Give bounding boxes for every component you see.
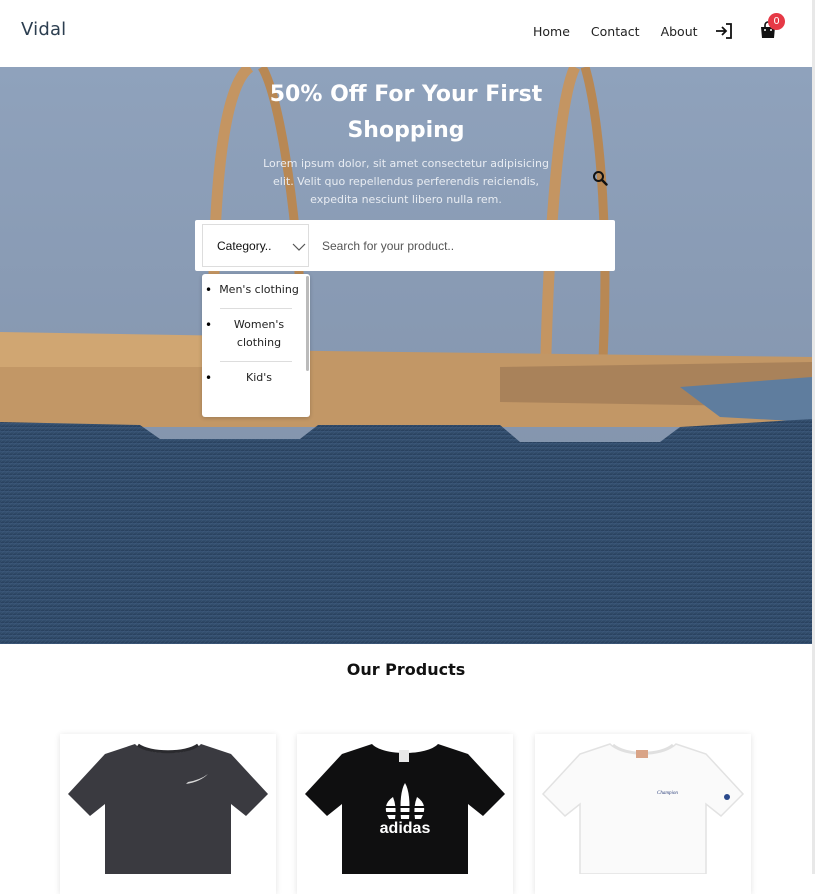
- product-logo-text: adidas: [379, 820, 431, 837]
- navbar: Vidal Home Contact About 0: [0, 0, 812, 67]
- product-image-white-tshirt: [541, 743, 745, 875]
- hero-background-image: [0, 67, 812, 644]
- hero-subtitle: Lorem ipsum dolor, sit amet consectetur …: [263, 157, 549, 206]
- brand-logo[interactable]: Vidal: [21, 19, 66, 40]
- search-icon[interactable]: [592, 170, 608, 186]
- nav-about-link[interactable]: About: [661, 24, 698, 39]
- product-logo-text: Champion: [657, 791, 678, 796]
- product-card[interactable]: adidas: [297, 734, 513, 894]
- category-option-womens[interactable]: Women's clothing: [202, 309, 310, 361]
- chevron-down-icon: [292, 243, 306, 251]
- category-option-mens[interactable]: Men's clothing: [202, 274, 310, 308]
- search-input[interactable]: [320, 230, 574, 262]
- products-section-title: Our Products: [346, 660, 466, 679]
- category-dropdown: Men's clothing Women's clothing Kid's: [202, 274, 310, 417]
- hero-banner: 50% Off For Your First Shopping Lorem ip…: [0, 67, 812, 644]
- product-image-dark-tshirt: [68, 743, 268, 874]
- hero-title-line-1: 50% Off For Your First: [269, 82, 543, 107]
- product-card[interactable]: [60, 734, 276, 894]
- category-option-kids[interactable]: Kid's: [202, 362, 310, 396]
- hero-title-line-2: Shopping: [347, 118, 465, 143]
- nav-links: Home Contact About: [533, 24, 698, 39]
- cart-count-badge: 0: [768, 13, 785, 30]
- category-select[interactable]: Category..: [202, 224, 309, 267]
- nav-contact-link[interactable]: Contact: [591, 24, 640, 39]
- dropdown-scrollbar[interactable]: [306, 276, 309, 371]
- hero-title: 50% Off For Your First Shopping: [0, 77, 812, 149]
- product-card[interactable]: Champion: [535, 734, 751, 894]
- login-icon[interactable]: [714, 21, 734, 41]
- product-image-black-tshirt: [305, 744, 505, 874]
- nav-home-link[interactable]: Home: [533, 24, 570, 39]
- search-bar: Category..: [195, 220, 615, 271]
- category-select-label: Category..: [217, 239, 272, 253]
